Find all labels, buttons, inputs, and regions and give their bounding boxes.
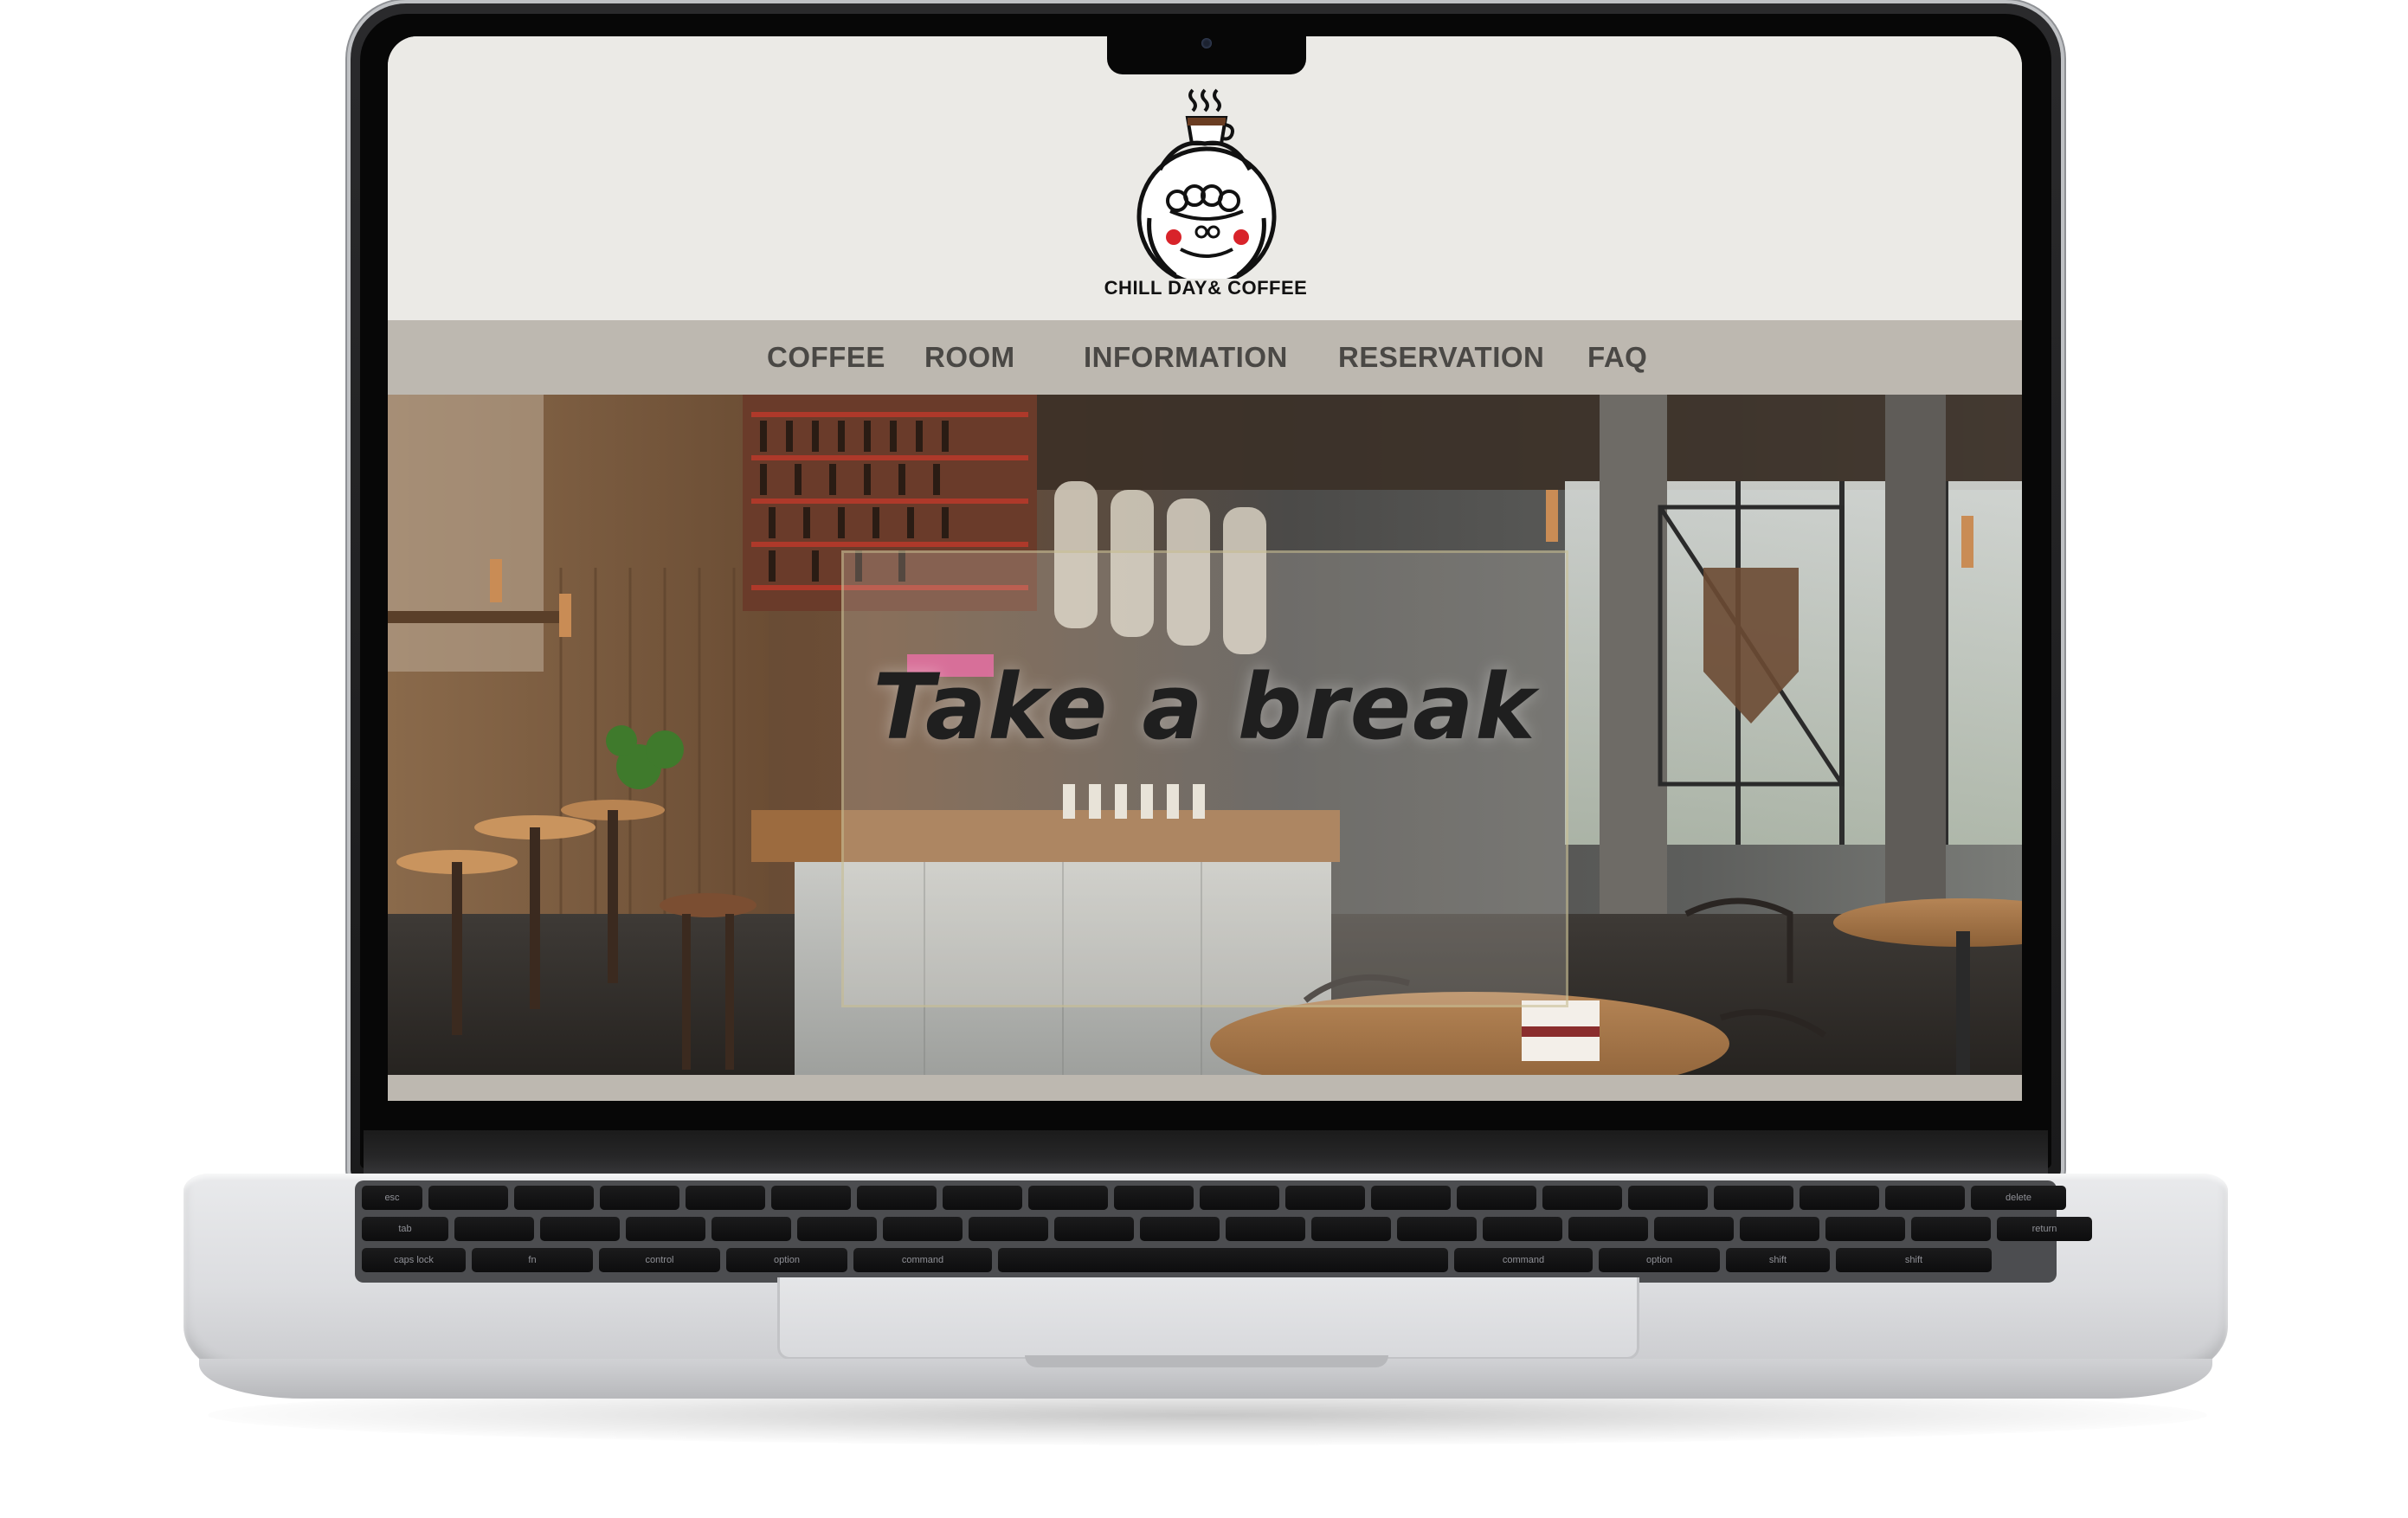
key[interactable] xyxy=(1114,1186,1194,1210)
trackpad[interactable] xyxy=(777,1277,1639,1360)
key[interactable] xyxy=(686,1186,765,1210)
key-control[interactable]: control xyxy=(599,1248,720,1272)
key-return[interactable]: return xyxy=(1997,1217,2092,1241)
key[interactable] xyxy=(1397,1217,1477,1241)
key[interactable] xyxy=(1226,1217,1305,1241)
key[interactable] xyxy=(1740,1217,1819,1241)
nav-item-coffee[interactable]: COFFEE xyxy=(767,320,885,395)
key[interactable] xyxy=(1457,1186,1536,1210)
main-nav: COFFEE ROOM INFORMATION RESERVATION FAQ xyxy=(388,320,2022,395)
key[interactable] xyxy=(1140,1217,1220,1241)
key[interactable] xyxy=(1483,1217,1562,1241)
key-command-right[interactable]: command xyxy=(1454,1248,1593,1272)
laptop-opening-notch xyxy=(1025,1355,1388,1367)
hero-section: Take a break xyxy=(388,395,2022,1075)
key-shift-right[interactable]: shift xyxy=(1836,1248,1992,1272)
key[interactable] xyxy=(1714,1186,1793,1210)
brand-logo[interactable]: CHILL DAY& COFFEE xyxy=(1098,80,1314,313)
site-header: CHILL DAY& COFFEE xyxy=(388,36,2022,320)
key-delete[interactable]: delete xyxy=(1971,1186,2066,1210)
key[interactable] xyxy=(1371,1186,1451,1210)
key-tab[interactable]: tab xyxy=(362,1217,448,1241)
key[interactable] xyxy=(857,1186,937,1210)
laptop-base: esc delete tab return caps lock fn contr… xyxy=(183,1174,2228,1378)
footer-strip xyxy=(388,1075,2022,1101)
key[interactable] xyxy=(1311,1217,1391,1241)
key[interactable] xyxy=(454,1217,534,1241)
key-option[interactable]: option xyxy=(726,1248,847,1272)
nav-item-information[interactable]: INFORMATION xyxy=(1084,320,1288,395)
tagline-frame xyxy=(841,550,1568,1007)
key[interactable] xyxy=(1054,1217,1134,1241)
key[interactable] xyxy=(1825,1217,1905,1241)
key-shift[interactable]: shift xyxy=(1726,1248,1830,1272)
key[interactable] xyxy=(1911,1217,1991,1241)
hero-tagline: Take a break xyxy=(872,654,1537,760)
key[interactable] xyxy=(540,1217,620,1241)
camera-icon xyxy=(1201,38,1212,48)
website-screen: CHILL DAY& COFFEE COFFEE ROOM INFORMATIO… xyxy=(388,36,2022,1101)
nav-item-room[interactable]: ROOM xyxy=(924,320,1015,395)
key[interactable] xyxy=(883,1217,963,1241)
key[interactable] xyxy=(771,1186,851,1210)
key[interactable] xyxy=(1628,1186,1708,1210)
key[interactable] xyxy=(626,1217,705,1241)
key[interactable] xyxy=(514,1186,594,1210)
key[interactable] xyxy=(969,1217,1048,1241)
key-space[interactable] xyxy=(998,1248,1448,1272)
key[interactable] xyxy=(1800,1186,1879,1210)
nav-item-reservation[interactable]: RESERVATION xyxy=(1338,320,1544,395)
key[interactable] xyxy=(1200,1186,1279,1210)
key[interactable] xyxy=(428,1186,508,1210)
coffee-character-logo-icon xyxy=(1136,88,1277,286)
key[interactable] xyxy=(600,1186,679,1210)
key-esc[interactable]: esc xyxy=(362,1186,422,1210)
laptop-hinge xyxy=(364,1130,2048,1174)
nav-item-faq[interactable]: FAQ xyxy=(1587,320,1647,395)
key[interactable] xyxy=(1285,1186,1365,1210)
brand-name: CHILL DAY& COFFEE xyxy=(1104,277,1308,299)
key-option-right[interactable]: option xyxy=(1599,1248,1720,1272)
key[interactable] xyxy=(711,1217,791,1241)
key[interactable] xyxy=(1028,1186,1108,1210)
key[interactable] xyxy=(797,1217,877,1241)
key[interactable] xyxy=(1885,1186,1965,1210)
key-command[interactable]: command xyxy=(853,1248,992,1272)
key[interactable] xyxy=(1542,1186,1622,1210)
keyboard: esc delete tab return caps lock fn contr… xyxy=(355,1180,2092,1283)
key[interactable] xyxy=(1568,1217,1648,1241)
key-caps-lock[interactable]: caps lock xyxy=(362,1248,466,1272)
key[interactable] xyxy=(943,1186,1022,1210)
key-fn[interactable]: fn xyxy=(472,1248,593,1272)
key[interactable] xyxy=(1654,1217,1734,1241)
